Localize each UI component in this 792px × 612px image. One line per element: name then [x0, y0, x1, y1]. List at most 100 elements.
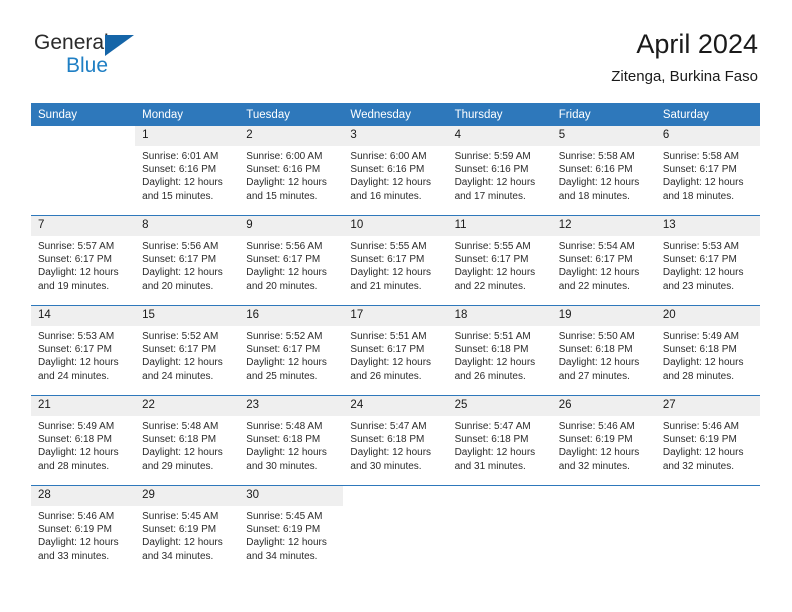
day-cell-content: 6 Sunrise: 5:58 AM Sunset: 6:17 PM Daylight… [655, 126, 760, 215]
day-cell-content: 27 Sunrise: 5:46 AM Sunset: 6:19 PM Dayligh… [655, 396, 760, 485]
day-daylight1-text: Daylight: 12 hours [38, 267, 119, 279]
calendar-day-cell[interactable]: 25 Sunrise: 5:47 AM Sunset: 6:18 PM Dayligh… [447, 395, 552, 486]
calendar-day-cell[interactable]: 29 Sunrise: 5:45 AM Sunset: 6:19 PM Dayligh… [135, 485, 240, 575]
calendar-day-cell[interactable]: 6 Sunrise: 5:58 AM Sunset: 6:17 PM Daylight… [655, 126, 760, 216]
day-daylight1-text: Daylight: 12 hours [350, 267, 432, 279]
day-daylight2-text: and 30 minutes. [350, 460, 422, 472]
calendar-day-cell[interactable]: 8 Sunrise: 5:56 AM Sunset: 6:17 PM Daylight… [135, 215, 240, 306]
day-sun-info: Sunrise: 5:58 AM Sunset: 6:16 PM Daylight:… [552, 146, 656, 203]
calendar-day-cell[interactable]: 21 Sunrise: 5:49 AM Sunset: 6:18 PM Dayligh… [31, 395, 136, 486]
day-cell-content: 2 Sunrise: 6:00 AM Sunset: 6:16 PM Daylight… [239, 126, 344, 215]
calendar-day-cell[interactable]: 16 Sunrise: 5:52 AM Sunset: 6:17 PM Dayligh… [239, 305, 344, 396]
day-sunset-text: Sunset: 6:16 PM [350, 164, 425, 176]
calendar-day-cell[interactable]: 9 Sunrise: 5:56 AM Sunset: 6:17 PM Daylight… [239, 215, 344, 306]
day-sunrise-text: Sunrise: 6:00 AM [350, 151, 427, 162]
day-cell-content: 3 Sunrise: 6:00 AM Sunset: 6:16 PM Daylight… [343, 126, 448, 215]
day-daylight2-text: and 18 minutes. [662, 190, 735, 202]
day-daylight2-text: and 23 minutes. [662, 280, 735, 292]
calendar-day-cell[interactable]: 17 Sunrise: 5:51 AM Sunset: 6:17 PM Dayligh… [343, 305, 448, 396]
day-sunrise-text: Sunrise: 5:46 AM [38, 511, 115, 522]
calendar-page: General Blue April 2024 Zitenga, Burkina… [0, 0, 792, 612]
day-sunset-text: Sunset: 6:17 PM [662, 164, 737, 176]
day-number: 5 [551, 126, 656, 146]
calendar-cell-empty [655, 485, 760, 575]
calendar-day-cell[interactable]: 15 Sunrise: 5:52 AM Sunset: 6:17 PM Dayligh… [135, 305, 240, 396]
day-sunset-text: Sunset: 6:19 PM [558, 434, 633, 446]
day-sunset-text: Sunset: 6:18 PM [38, 434, 112, 446]
calendar-day-cell[interactable]: 1 Sunrise: 6:01 AM Sunset: 6:16 PM Daylight… [135, 126, 240, 216]
day-sunrise-text: Sunrise: 5:55 AM [350, 241, 427, 252]
calendar-day-cell[interactable]: 26 Sunrise: 5:46 AM Sunset: 6:19 PM Dayligh… [551, 395, 656, 486]
day-sunrise-text: Sunrise: 5:56 AM [142, 241, 219, 252]
day-cell-content: 7 Sunrise: 5:57 AM Sunset: 6:17 PM Daylight… [31, 216, 136, 305]
day-sunset-text: Sunset: 6:16 PM [142, 164, 217, 176]
day-number: 7 [31, 216, 136, 236]
calendar-day-cell[interactable]: 22 Sunrise: 5:48 AM Sunset: 6:18 PM Dayligh… [135, 395, 240, 486]
day-cell-content: 5 Sunrise: 5:58 AM Sunset: 6:16 PM Daylight… [551, 126, 656, 215]
day-daylight1-text: Daylight: 12 hours [454, 267, 536, 279]
day-number: 11 [447, 216, 552, 236]
day-sun-info: Sunrise: 5:55 AM Sunset: 6:17 PM Daylight:… [448, 236, 552, 293]
weekday-header-monday: Monday [135, 103, 240, 126]
day-cell-content: 25 Sunrise: 5:47 AM Sunset: 6:18 PM Dayligh… [447, 396, 552, 485]
day-cell-content [552, 486, 656, 575]
day-daylight1-text: Daylight: 12 hours [246, 177, 327, 189]
day-cell-content: 8 Sunrise: 5:56 AM Sunset: 6:17 PM Daylight… [135, 216, 240, 305]
day-sunset-text: Sunset: 6:16 PM [454, 164, 529, 176]
general-blue-logo[interactable]: General Blue [34, 32, 234, 92]
calendar-day-cell[interactable]: 2 Sunrise: 6:00 AM Sunset: 6:16 PM Daylight… [239, 126, 344, 216]
day-number: 6 [655, 126, 760, 146]
calendar-day-cell[interactable]: 18 Sunrise: 5:51 AM Sunset: 6:18 PM Dayligh… [447, 305, 552, 396]
day-daylight1-text: Daylight: 12 hours [350, 447, 432, 459]
calendar-day-cell[interactable]: 5 Sunrise: 5:58 AM Sunset: 6:16 PM Daylight… [551, 126, 656, 216]
calendar-day-cell[interactable]: 23 Sunrise: 5:48 AM Sunset: 6:18 PM Dayligh… [239, 395, 344, 486]
calendar-day-cell[interactable]: 30 Sunrise: 5:45 AM Sunset: 6:19 PM Dayligh… [239, 485, 344, 575]
weekday-header-friday: Friday [551, 103, 656, 126]
day-sunset-text: Sunset: 6:17 PM [38, 254, 112, 266]
day-daylight1-text: Daylight: 12 hours [558, 447, 640, 459]
calendar-day-cell[interactable]: 27 Sunrise: 5:46 AM Sunset: 6:19 PM Dayligh… [655, 395, 760, 486]
day-daylight1-text: Daylight: 12 hours [662, 267, 744, 279]
day-daylight2-text: and 24 minutes. [38, 370, 110, 382]
calendar-day-cell[interactable]: 13 Sunrise: 5:53 AM Sunset: 6:17 PM Dayligh… [655, 215, 760, 306]
day-sunrise-text: Sunrise: 5:48 AM [246, 421, 323, 432]
calendar-day-cell[interactable]: 14 Sunrise: 5:53 AM Sunset: 6:17 PM Dayligh… [31, 305, 136, 396]
day-number: 27 [655, 396, 760, 416]
calendar-day-cell[interactable]: 4 Sunrise: 5:59 AM Sunset: 6:16 PM Daylight… [447, 126, 552, 216]
calendar-day-cell[interactable]: 7 Sunrise: 5:57 AM Sunset: 6:17 PM Daylight… [31, 215, 136, 306]
day-sunrise-text: Sunrise: 5:55 AM [454, 241, 531, 252]
day-daylight2-text: and 34 minutes. [246, 550, 318, 562]
day-sunset-text: Sunset: 6:17 PM [246, 254, 321, 266]
day-sunset-text: Sunset: 6:18 PM [454, 344, 529, 356]
day-sunrise-text: Sunrise: 5:52 AM [142, 331, 219, 342]
day-cell-content: 21 Sunrise: 5:49 AM Sunset: 6:18 PM Dayligh… [31, 396, 136, 485]
day-number: 8 [135, 216, 240, 236]
day-cell-content [343, 486, 447, 575]
day-sunrise-text: Sunrise: 5:49 AM [38, 421, 115, 432]
day-sun-info: Sunrise: 5:47 AM Sunset: 6:18 PM Daylight:… [343, 416, 447, 473]
calendar-day-cell[interactable]: 10 Sunrise: 5:55 AM Sunset: 6:17 PM Dayligh… [343, 215, 448, 306]
day-daylight1-text: Daylight: 12 hours [38, 357, 119, 369]
calendar-day-cell[interactable]: 19 Sunrise: 5:50 AM Sunset: 6:18 PM Dayligh… [551, 305, 656, 396]
day-sunrise-text: Sunrise: 5:49 AM [662, 331, 739, 342]
day-number: 12 [551, 216, 656, 236]
day-sunrise-text: Sunrise: 5:48 AM [142, 421, 219, 432]
calendar-day-cell[interactable]: 12 Sunrise: 5:54 AM Sunset: 6:17 PM Dayligh… [551, 215, 656, 306]
page-header: General Blue April 2024 Zitenga, Burkina… [34, 28, 758, 98]
calendar-day-cell[interactable]: 11 Sunrise: 5:55 AM Sunset: 6:17 PM Dayligh… [447, 215, 552, 306]
day-cell-content: 15 Sunrise: 5:52 AM Sunset: 6:17 PM Dayligh… [135, 306, 240, 395]
calendar-day-cell[interactable]: 20 Sunrise: 5:49 AM Sunset: 6:18 PM Dayligh… [655, 305, 760, 396]
calendar-cell-empty [31, 126, 135, 216]
day-number: 14 [31, 306, 136, 326]
day-sun-info: Sunrise: 5:51 AM Sunset: 6:17 PM Daylight:… [343, 326, 447, 383]
day-daylight2-text: and 15 minutes. [246, 190, 318, 202]
day-sunset-text: Sunset: 6:16 PM [246, 164, 321, 176]
day-number: 15 [135, 306, 240, 326]
day-daylight2-text: and 16 minutes. [350, 190, 422, 202]
calendar-cell-empty [447, 485, 552, 575]
calendar-day-cell[interactable]: 3 Sunrise: 6:00 AM Sunset: 6:16 PM Daylight… [343, 126, 448, 216]
calendar-day-cell[interactable]: 24 Sunrise: 5:47 AM Sunset: 6:18 PM Dayligh… [343, 395, 448, 486]
day-cell-content: 22 Sunrise: 5:48 AM Sunset: 6:18 PM Dayligh… [135, 396, 240, 485]
day-sun-info: Sunrise: 5:46 AM Sunset: 6:19 PM Daylight:… [656, 416, 760, 473]
calendar-day-cell[interactable]: 28 Sunrise: 5:46 AM Sunset: 6:19 PM Dayligh… [31, 485, 136, 575]
